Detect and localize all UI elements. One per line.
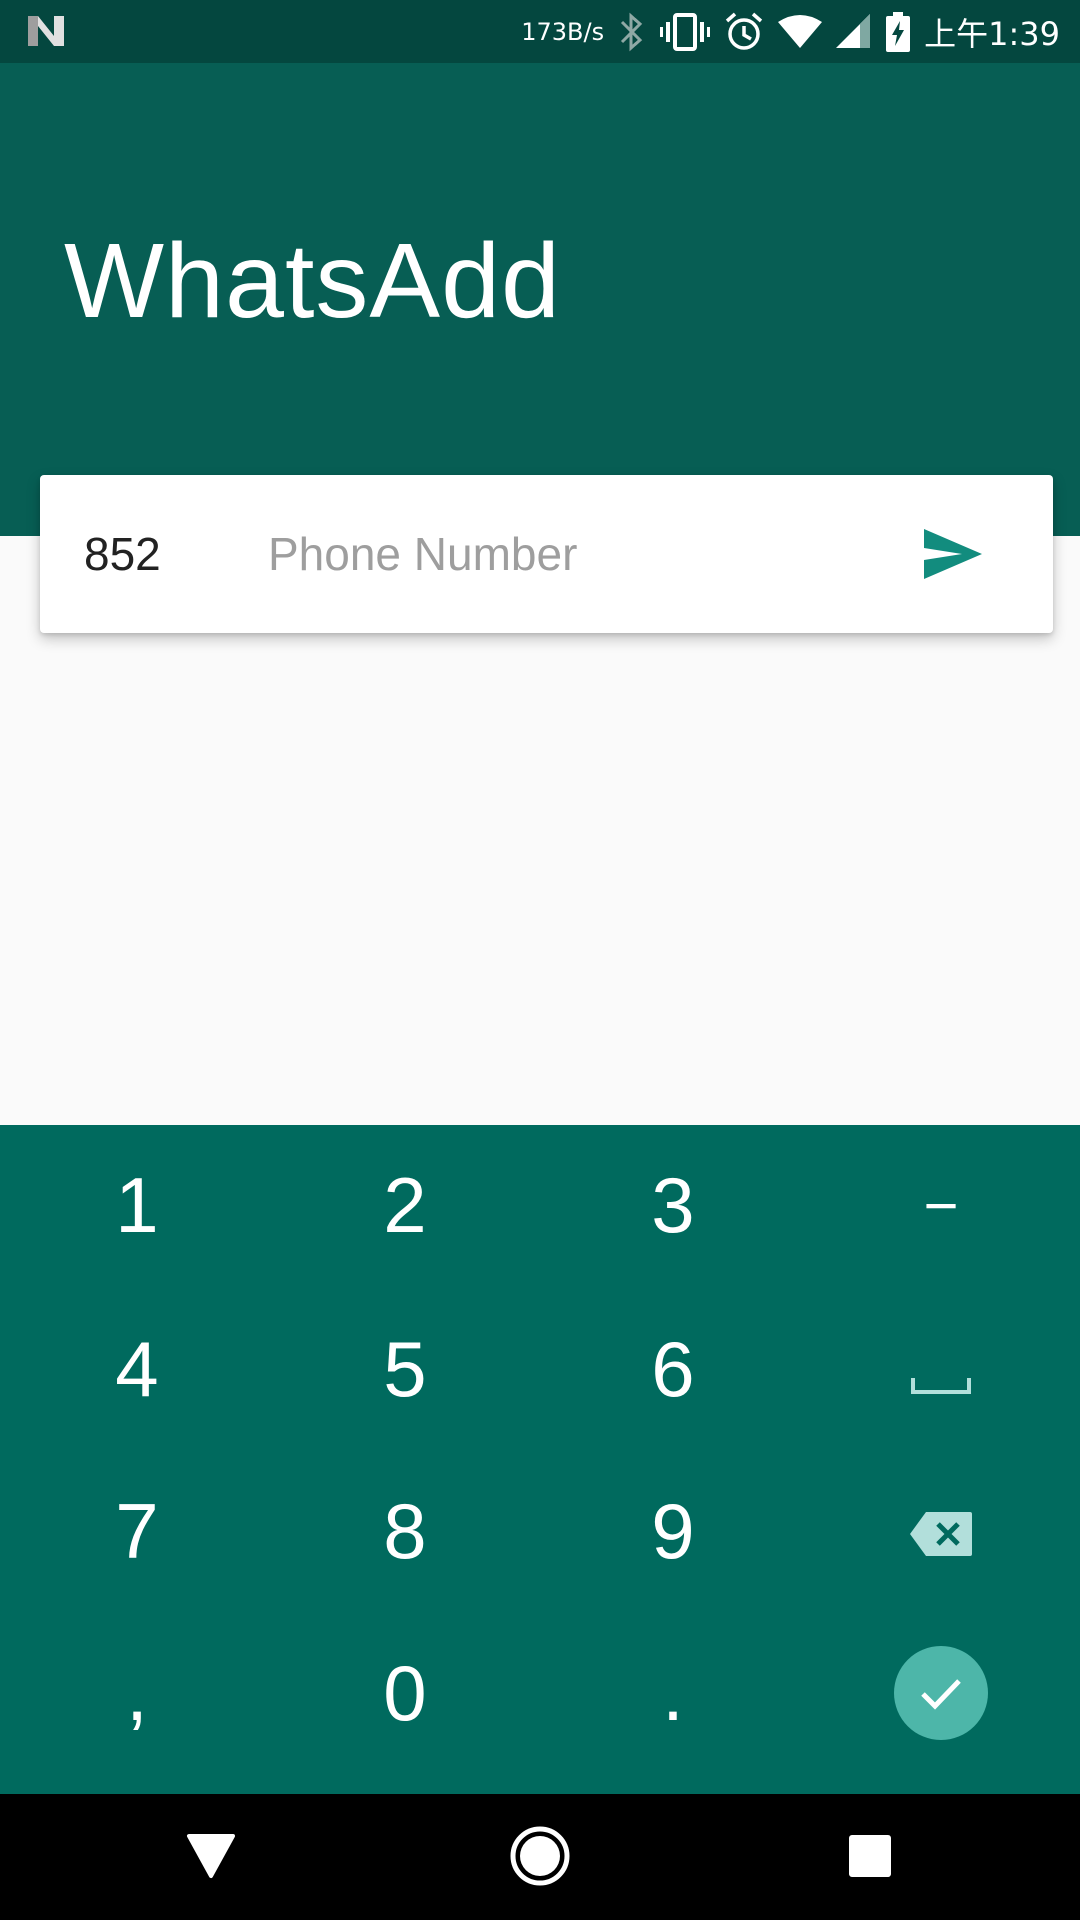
key-4[interactable]: 4 (3, 1289, 271, 1449)
key-1[interactable]: 1 (3, 1125, 271, 1285)
app-header: WhatsAdd (0, 63, 1080, 536)
recents-icon (847, 1833, 893, 1882)
backspace-icon (908, 1486, 974, 1577)
status-bar: 173B/s 上午1:39 (0, 0, 1080, 63)
recents-button[interactable] (825, 1812, 915, 1902)
key-period[interactable]: . (539, 1613, 807, 1773)
country-code-field[interactable]: 852 (84, 475, 161, 633)
done-icon (894, 1646, 988, 1740)
done-button[interactable] (807, 1613, 1075, 1773)
bluetooth-icon (618, 12, 646, 52)
cell-signal-icon (836, 13, 872, 50)
key-backspace[interactable] (807, 1451, 1075, 1611)
app-title: WhatsAdd (64, 222, 562, 340)
send-button[interactable] (920, 519, 990, 589)
battery-charging-icon (886, 11, 911, 52)
notification-n-icon (26, 14, 66, 48)
network-speed: 173B/s (521, 17, 605, 46)
key-space[interactable] (807, 1289, 1075, 1449)
home-icon (509, 1825, 571, 1890)
send-icon (920, 529, 990, 592)
key-2[interactable]: 2 (271, 1125, 539, 1285)
key-8[interactable]: 8 (271, 1451, 539, 1611)
phone-input-card: 852 (40, 475, 1053, 633)
clock: 上午1:39 (924, 14, 1060, 53)
phone-number-input[interactable] (268, 524, 888, 584)
space-icon (911, 1324, 971, 1415)
back-button[interactable] (166, 1812, 256, 1902)
alarm-icon (724, 12, 764, 52)
key-comma[interactable]: , (3, 1613, 271, 1773)
numeric-keypad: 1 2 3 − 4 5 6 7 8 9 , 0 . (0, 1125, 1080, 1794)
back-icon (186, 1833, 236, 1882)
key-minus[interactable]: − (807, 1125, 1075, 1285)
wifi-icon (778, 14, 823, 50)
key-3[interactable]: 3 (539, 1125, 807, 1285)
key-7[interactable]: 7 (3, 1451, 271, 1611)
key-6[interactable]: 6 (539, 1289, 807, 1449)
key-5[interactable]: 5 (271, 1289, 539, 1449)
system-nav-bar (0, 1794, 1080, 1920)
home-button[interactable] (495, 1812, 585, 1902)
key-0[interactable]: 0 (271, 1613, 539, 1773)
vibrate-icon (660, 12, 711, 52)
key-9[interactable]: 9 (539, 1451, 807, 1611)
